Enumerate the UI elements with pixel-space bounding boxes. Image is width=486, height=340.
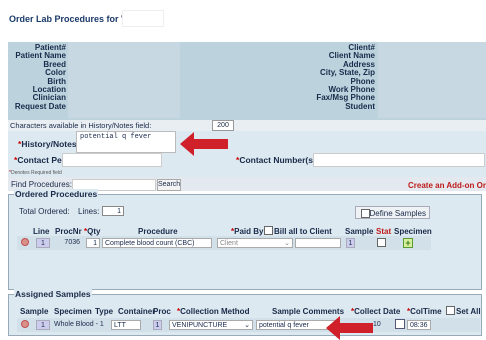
patient-values-area [68,42,180,118]
required-note-text: Denotes Required field [10,170,62,176]
define-samples-checkbox-icon [361,209,370,218]
find-procedures-label: Find Procedures: [11,180,72,189]
client-labels: Client# Client Name Address City, State,… [300,43,375,111]
required-note: *Denotes Required field [9,170,62,176]
chars-available-count: 200 [212,120,234,131]
history-notes-label: *History/Notes [18,139,77,149]
acol-type: Type [95,307,114,316]
row-bill-input[interactable] [295,238,341,248]
row-sample[interactable]: 1 [346,238,355,248]
row-procnr: 7036 [64,239,80,246]
contact-number-label: *Contact Number(s) [236,155,316,165]
col-specimen: Specimen [394,227,432,236]
delete-row-icon[interactable] [21,238,29,246]
col-stat: Stat [376,227,392,236]
contact-number-input[interactable] [313,153,485,167]
acol-proc: Proc [153,307,171,316]
request-date-label: Request Date [14,101,66,111]
arow-proc[interactable]: 1 [153,320,162,330]
acol-sample: Sample [20,307,49,316]
contact-person-input[interactable] [62,153,162,167]
chars-available-label: Characters available in History/Notes fi… [10,121,152,130]
acol-coltime: *ColTime [407,307,442,316]
row-paid-by-value: Client [220,240,238,247]
col-bill-all: Bill all to Client [274,227,332,236]
acol-comments: Sample Comments [272,307,345,316]
arow-specimen: Whole Blood - 1 [54,321,104,328]
col-qty: *Qty [84,227,101,236]
add-specimen-icon[interactable]: + [403,238,413,248]
acol-collect-date-text: Collect Date [354,307,401,316]
row-procedure: Complete blood count (CBC) [102,238,212,248]
title-field [122,10,164,27]
bill-all-checkbox-box [264,226,273,236]
arrow-left-icon [180,132,228,156]
define-samples-label: Define Samples [369,209,426,218]
bill-all-checkbox[interactable] [264,226,273,236]
patient-labels: Patient# Patient Name Breed Color Birth … [8,43,66,111]
acol-coltime-text: ColTime [410,307,442,316]
arow-sample: 1 [36,320,50,330]
lines-label: Lines: [78,207,100,216]
col-procedure: Procedure [138,227,178,236]
col-paid-by: *Paid By [231,227,264,236]
col-sample: Sample [345,227,374,236]
set-all-checkbox[interactable] [446,306,455,316]
page-title: Order Lab Procedures for Visit [9,14,140,24]
acol-container: Container [118,307,156,316]
col-procnr: ProcNr [55,227,82,236]
history-notes-textarea[interactable]: potential q fever [76,131,176,153]
total-ordered-label: Total Ordered: [19,207,70,216]
student-label: Student [345,101,375,111]
acol-method-text: Collection Method [180,307,250,316]
acol-collect-date: *Collect Date [351,307,401,316]
row-stat-checkbox[interactable] [377,238,386,248]
arow-method-value: VENIPUNCTURE [172,322,228,329]
acol-set-all: Set All [456,307,481,316]
row-line: 1 [36,238,50,248]
arow-coltime-input[interactable]: 08:36 [407,320,431,330]
col-qty-text: Qty [87,227,101,236]
history-notes-label-text: History/Notes [21,139,77,149]
client-values-area [378,42,486,118]
contact-number-label-text: Contact Number(s) [239,155,316,165]
col-paid-by-text: Paid By [234,227,264,236]
row-stat-checkbox-box [377,238,386,248]
search-button[interactable]: Search [157,179,181,191]
delete-sample-icon[interactable] [21,320,29,328]
calendar-icon[interactable] [395,319,405,329]
assigned-samples-legend: Assigned Samples [14,289,92,299]
define-samples-button[interactable]: Define Samples [355,206,430,219]
lines-input[interactable]: 1 [102,206,124,216]
ordered-procedures-legend: Ordered Procedures [14,189,99,199]
col-line: Line [33,227,50,236]
create-addon-link[interactable]: Create an Add-on Ord [408,181,486,190]
acol-method: *Collection Method [177,307,250,316]
set-all-checkbox-box [446,306,455,316]
chevron-down-icon: ⌄ [244,322,250,329]
arow-method-select[interactable]: VENIPUNCTURE ⌄ [169,320,253,330]
row-qty-input[interactable]: 1 [86,238,100,248]
arow-collect-date[interactable]: 10 [373,321,381,328]
arrow-left-icon [326,316,373,340]
acol-specimen: Specimen [54,307,92,316]
chevron-down-icon: ⌄ [284,240,290,247]
arow-comments-input[interactable]: potential q fever [256,320,336,330]
row-paid-by-select[interactable]: Client ⌄ [217,238,293,248]
arow-container-input[interactable]: LTT [111,320,141,330]
